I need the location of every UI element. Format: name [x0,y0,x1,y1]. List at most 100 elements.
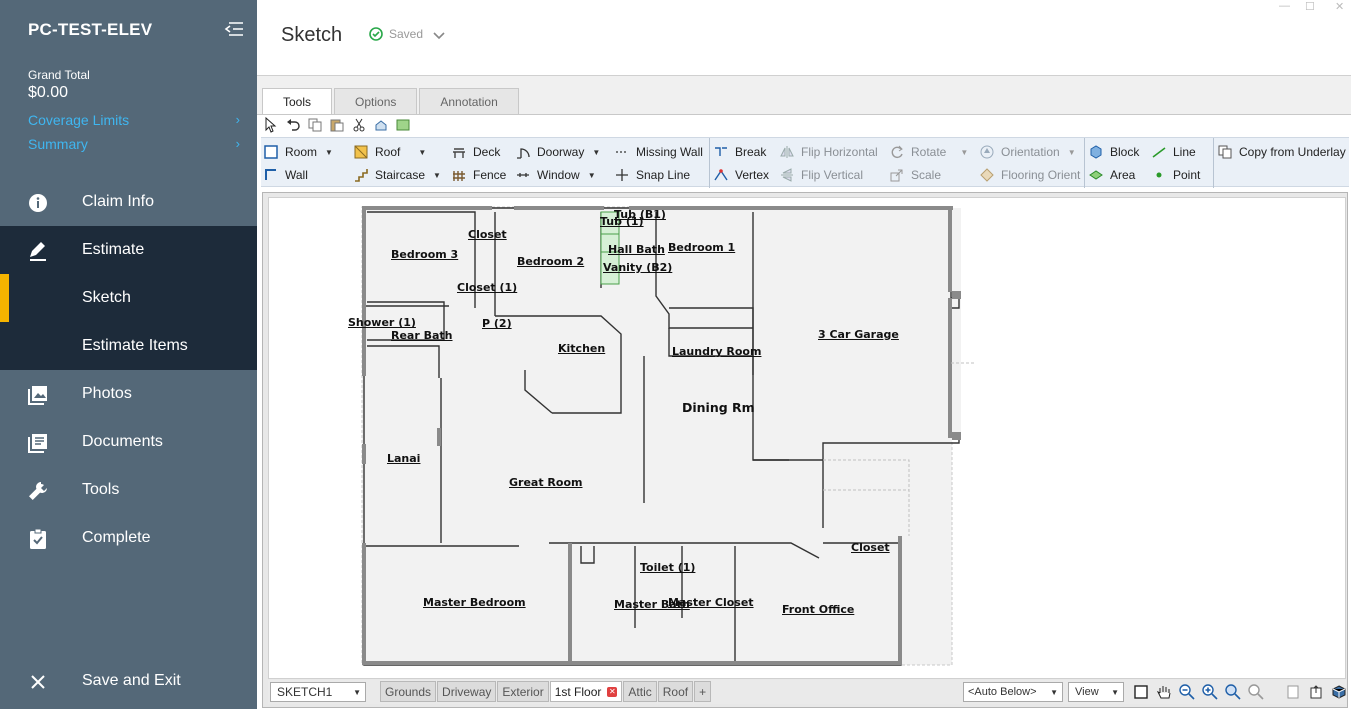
room-tool[interactable]: Room ▼ [263,142,333,162]
floor-tab-roof[interactable]: Roof [657,681,694,702]
floor-tab-attic[interactable]: Attic [623,681,657,702]
line-tool[interactable]: Line [1151,142,1196,162]
chevron-down-icon[interactable] [433,28,445,46]
floor-tab-driveway[interactable]: Driveway [437,681,497,702]
select-box-icon[interactable] [1132,683,1149,700]
auto-below-select[interactable]: <Auto Below> ▼ [963,682,1063,702]
page-icon[interactable] [1284,683,1301,700]
nav-tools[interactable]: Tools [0,466,257,514]
tab-options[interactable]: Options [334,88,418,114]
pan-hand-icon[interactable] [1155,683,1172,700]
floor-tab-1st-floor[interactable]: 1st Floor ✕ [549,681,623,702]
view-select[interactable]: View ▼ [1068,682,1124,702]
room-label[interactable]: Bedroom 2 [517,255,584,268]
house-icon[interactable] [373,117,389,133]
vertex-tool[interactable]: Vertex [713,165,769,185]
room-label[interactable]: Vanity (B2) [603,261,672,274]
zoom-extents-icon[interactable] [1247,683,1264,700]
nav-sketch[interactable]: Sketch [0,274,257,322]
block-tool[interactable]: Block [1088,142,1139,162]
summary-link[interactable]: Summary › [28,136,240,152]
flooring-orient-icon [979,167,995,183]
snap-line-tool[interactable]: Snap Line [614,165,690,185]
room-label[interactable]: 3 Car Garage [818,328,899,341]
quick-access-row [263,117,411,135]
room-label[interactable]: Great Room [509,476,582,489]
export-icon[interactable] [1307,683,1324,700]
staircase-tool[interactable]: Staircase ▼ [353,165,441,185]
sketch-canvas[interactable]: Bedroom 3 Closet Bedroom 2 Tub (B1) Tub … [268,197,1346,679]
photos-icon [27,384,49,406]
coverage-limits-link[interactable]: Coverage Limits › [28,112,240,128]
nav-documents[interactable]: Documents [0,418,257,466]
orientation-tool[interactable]: Orientation ▼ [979,142,1076,162]
room-label[interactable]: Closet [468,228,507,241]
room-label[interactable]: Lanai [387,452,420,465]
copy-icon[interactable] [307,117,323,133]
room-label[interactable]: Front Office [782,603,854,616]
cut-icon[interactable] [351,117,367,133]
nav-label: Tools [82,481,120,498]
pointer-icon[interactable] [263,117,279,133]
tab-tools[interactable]: Tools [262,88,333,115]
window-tool[interactable]: Window ▼ [515,165,596,185]
block-icon [1088,144,1104,160]
nav-complete[interactable]: Complete [0,514,257,562]
zoom-fit-icon[interactable] [1224,683,1241,700]
3d-view-icon[interactable] [1330,683,1347,700]
room-label[interactable]: Toilet (1) [640,561,695,574]
flip-vertical-tool[interactable]: Flip Vertical [779,165,863,185]
wall-tool[interactable]: Wall [263,165,308,185]
nav-estimate-items[interactable]: Estimate Items [0,322,257,370]
room-label[interactable]: Rear Bath [391,329,453,342]
area-tool[interactable]: Area [1088,165,1135,185]
room-label[interactable]: Master Closet [668,596,754,609]
close-tab-icon[interactable]: ✕ [607,686,618,697]
undo-icon[interactable] [285,117,301,133]
room-label[interactable]: Closet (1) [457,281,517,294]
room-label[interactable]: Master Bedroom [423,596,526,609]
deck-tool[interactable]: Deck [451,142,500,162]
room-label[interactable]: P (2) [482,317,512,330]
zoom-in-icon[interactable] [1201,683,1218,700]
room-label[interactable]: Kitchen [558,342,605,355]
add-floor-button[interactable]: + [694,681,712,702]
window-close-icon[interactable]: ✕ [1335,0,1344,13]
sketch-select[interactable]: SKETCH1 ▼ [270,682,366,702]
roof-tool[interactable]: Roof ▼ [353,142,426,162]
room-label[interactable]: Dining Rm [682,400,755,415]
scale-tool[interactable]: Scale [889,165,941,185]
image-icon[interactable] [395,117,411,133]
break-tool[interactable]: Break [713,142,766,162]
room-label[interactable]: Laundry Room [672,345,761,358]
point-tool[interactable]: Point [1151,165,1200,185]
room-label[interactable]: Bedroom 3 [391,248,458,261]
nav-save-exit[interactable]: Save and Exit [0,657,257,705]
minimize-icon[interactable]: — [1279,0,1290,12]
nav-label: Save and Exit [82,672,181,689]
floor-tab-exterior[interactable]: Exterior [497,681,549,702]
nav-estimate[interactable]: Estimate [0,226,257,274]
floor-tab-grounds[interactable]: Grounds [380,681,437,702]
missing-wall-tool[interactable]: Missing Wall [614,142,703,162]
sidebar: PC-TEST-ELEV Grand Total $0.00 Coverage … [0,0,257,709]
nav-photos[interactable]: Photos [0,370,257,418]
flip-horizontal-tool[interactable]: Flip Horizontal [779,142,878,162]
nav-claim-info[interactable]: Claim Info [0,178,257,226]
tab-annotation[interactable]: Annotation [419,88,519,114]
room-label[interactable]: Closet [851,541,890,554]
maximize-icon[interactable]: ☐ [1305,0,1315,13]
room-label[interactable]: Shower (1) [348,316,416,329]
room-label[interactable]: Hall Bath [608,243,665,256]
paste-icon[interactable] [329,117,345,133]
zoom-out-icon[interactable] [1178,683,1195,700]
fence-tool[interactable]: Fence [451,165,506,185]
copy-underlay-tool[interactable]: Copy from Underlay [1217,142,1346,162]
room-label[interactable]: Bedroom 1 [668,241,735,254]
room-label[interactable]: Tub (1) [600,215,644,228]
rotate-tool[interactable]: Rotate ▼ [889,142,968,162]
deck-icon [451,144,467,160]
doorway-tool[interactable]: Doorway ▼ [515,142,600,162]
flooring-orient-tool[interactable]: Flooring Orient [979,165,1080,185]
collapse-menu-icon[interactable] [223,20,245,38]
